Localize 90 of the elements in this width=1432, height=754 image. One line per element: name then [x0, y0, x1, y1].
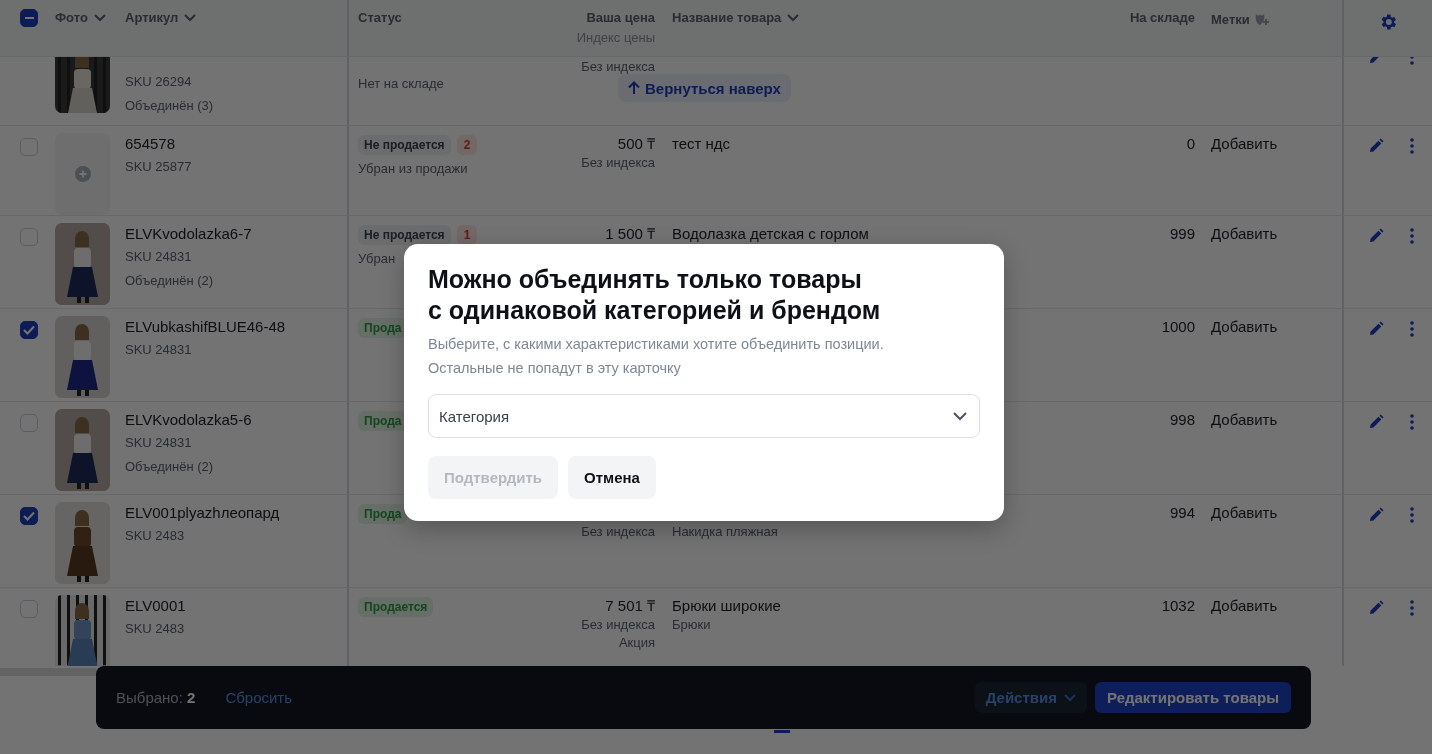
- dialog-description: Выберите, с какими характеристиками хотите объединить позиции. Остальные не попадут в эту карточку: [428, 335, 885, 378]
- merged-text: Объединён (2): [125, 273, 214, 289]
- edit-icon[interactable]: [1368, 138, 1384, 154]
- article-text: ELV001plyazhлеопард: [125, 504, 280, 522]
- status-badge: Продается: [358, 597, 434, 617]
- stock-text: 1000: [1161, 318, 1195, 336]
- status-badge: Не продается: [358, 135, 451, 155]
- product-category: Брюки: [672, 617, 711, 633]
- row-checkbox[interactable]: [20, 507, 38, 525]
- more-icon[interactable]: [1410, 321, 1414, 337]
- more-icon[interactable]: [1410, 600, 1414, 616]
- edit-icon[interactable]: [1368, 414, 1384, 430]
- count-badge: 2: [456, 135, 478, 155]
- plus-icon: [74, 166, 91, 182]
- chevron-down-icon: [93, 13, 106, 22]
- horizontal-scrollbar[interactable]: [0, 668, 96, 676]
- more-icon[interactable]: [1410, 138, 1414, 154]
- price-index-text: Без индекса: [581, 617, 655, 633]
- back-to-top-button[interactable]: Вернуться наверх: [618, 74, 791, 102]
- stock-text: 994: [1169, 504, 1195, 522]
- dialog-title: Можно объединять только товары с одинаковой категорией и брендом: [428, 264, 882, 326]
- promo-text: Акция: [618, 635, 655, 651]
- status-badge: Не продается: [358, 225, 451, 245]
- edit-icon[interactable]: [1368, 321, 1384, 337]
- check-icon: [23, 325, 35, 335]
- chevron-down-icon: [184, 13, 197, 22]
- stock-text: 1032: [1161, 597, 1195, 615]
- product-category: Накидка пляжная: [672, 524, 778, 540]
- sku-text: SKU 25877: [125, 159, 192, 175]
- leaf-plus-icon: [1253, 12, 1270, 26]
- name-sort[interactable]: Название товара: [672, 10, 800, 25]
- count-badge: 1: [456, 225, 478, 245]
- product-name: Брюки широкие: [672, 597, 781, 615]
- stock-text: 998: [1169, 411, 1195, 429]
- sku-text: SKU 26294: [125, 74, 192, 90]
- add-label-link[interactable]: Добавить: [1211, 318, 1278, 336]
- add-label-link[interactable]: Добавить: [1211, 225, 1278, 243]
- cancel-button[interactable]: Отмена: [568, 456, 656, 499]
- status-detail: Убран из продажи: [358, 161, 468, 177]
- product-name: Водолазка детская с горлом: [672, 225, 869, 243]
- product-name: тест ндс: [672, 135, 731, 153]
- column-header: Метки: [1211, 11, 1250, 27]
- column-header: Ваша цена: [586, 10, 655, 25]
- status-badge: Прода: [358, 504, 408, 524]
- photo-sort[interactable]: Фото: [55, 10, 106, 25]
- sku-text: SKU 24831: [125, 435, 192, 451]
- category-select[interactable]: Категория: [428, 394, 980, 438]
- article-text: ELV0001: [125, 597, 186, 615]
- article-text: ELVKvodolazka5-6: [125, 411, 252, 429]
- merged-text: Объединён (3): [125, 98, 214, 114]
- price-index-text: Без индекса: [581, 524, 655, 540]
- add-label-link[interactable]: Добавить: [1211, 135, 1278, 153]
- add-label-link[interactable]: Добавить: [1211, 597, 1278, 615]
- price-text: 7 501 ₸: [605, 597, 655, 615]
- arrow-up-icon: [628, 81, 640, 95]
- sku-text: SKU 24831: [125, 342, 192, 358]
- sku-text: SKU 24831: [125, 249, 192, 265]
- article-text: ELVKvodolazka6-7: [125, 225, 252, 243]
- article-text: ELVubkashifBLUE46-48: [125, 318, 286, 336]
- sku-text: SKU 2483: [125, 528, 185, 544]
- price-index-text: Без индекса: [581, 155, 655, 171]
- add-label-link[interactable]: Добавить: [1211, 504, 1278, 522]
- stock-text: 0: [1186, 135, 1195, 153]
- selected-count: Выбрано: 2: [116, 689, 196, 706]
- column-header: Статус: [358, 10, 402, 25]
- price-text: 1 500 ₸: [605, 225, 655, 243]
- price-text: 500 ₸: [617, 135, 655, 153]
- article-text: 654578: [125, 135, 176, 153]
- chevron-down-icon: [1064, 693, 1076, 702]
- edit-icon[interactable]: [1368, 600, 1384, 616]
- edit-icon[interactable]: [1368, 228, 1384, 244]
- edit-icon[interactable]: [1368, 507, 1384, 523]
- row-checkbox[interactable]: [20, 321, 38, 339]
- chevron-down-icon: [953, 411, 967, 421]
- article-sort[interactable]: Артикул: [125, 10, 197, 25]
- sku-text: SKU 2483: [125, 621, 185, 637]
- more-icon[interactable]: [1410, 414, 1414, 430]
- edit-products-button[interactable]: Редактировать товары: [1095, 682, 1291, 713]
- column-header: На складе: [1129, 10, 1195, 25]
- more-icon[interactable]: [1410, 507, 1414, 523]
- status-detail: Нет на складе: [358, 76, 444, 92]
- stock-text: 999: [1169, 225, 1195, 243]
- merged-text: Объединён (2): [125, 459, 214, 475]
- select-all-checkbox[interactable]: [20, 9, 38, 27]
- status-detail: Убран: [358, 251, 396, 267]
- check-icon: [23, 511, 35, 521]
- chevron-down-icon: [787, 13, 800, 22]
- price-index-text: Без индекса: [581, 59, 655, 75]
- more-icon[interactable]: [1410, 228, 1414, 244]
- add-label-link[interactable]: Добавить: [1211, 411, 1278, 429]
